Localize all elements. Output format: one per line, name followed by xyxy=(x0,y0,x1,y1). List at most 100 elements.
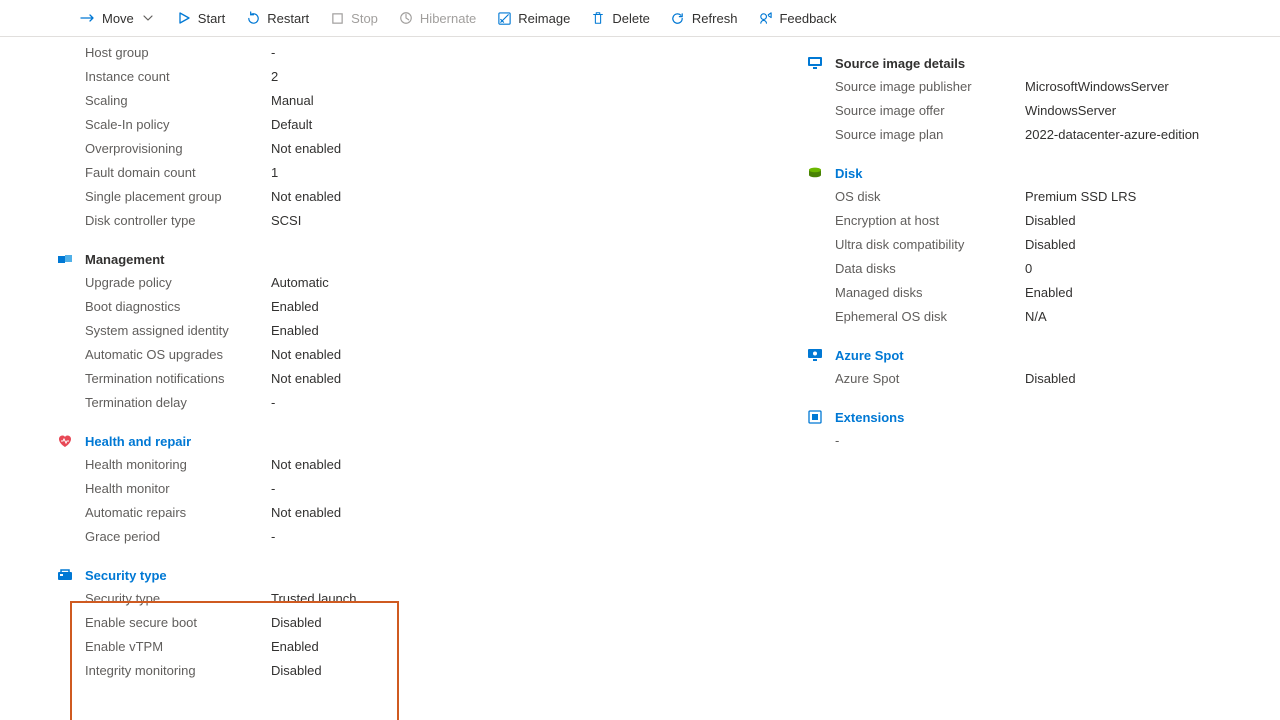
property-row: OverprovisioningNot enabled xyxy=(85,137,775,161)
spot-icon xyxy=(807,347,823,363)
property-row: Upgrade policyAutomatic xyxy=(85,271,775,295)
spot-group: Azure Spot Azure SpotDisabled xyxy=(835,343,1220,391)
property-row: ScalingManual xyxy=(85,89,775,113)
property-label: Source image plan xyxy=(835,123,1025,147)
heart-icon xyxy=(57,433,73,449)
delete-button[interactable]: Delete xyxy=(582,6,658,30)
refresh-label: Refresh xyxy=(692,11,738,26)
reimage-icon xyxy=(496,10,512,26)
start-button[interactable]: Start xyxy=(168,6,233,30)
property-value: Not enabled xyxy=(271,367,341,391)
property-label: Health monitoring xyxy=(85,453,271,477)
property-value: 2 xyxy=(271,65,278,89)
property-value: Enabled xyxy=(271,319,319,343)
hibernate-icon xyxy=(398,10,414,26)
property-label: Grace period xyxy=(85,525,271,549)
property-row: Enable vTPMEnabled xyxy=(85,635,775,659)
management-header: Management xyxy=(85,247,775,271)
property-value: Not enabled xyxy=(271,343,341,367)
property-label: Automatic OS upgrades xyxy=(85,343,271,367)
group-title: Security type xyxy=(85,568,167,583)
property-value: Automatic xyxy=(271,271,329,295)
property-value: Not enabled xyxy=(271,501,341,525)
property-row: Scale-In policyDefault xyxy=(85,113,775,137)
property-label: Ultra disk compatibility xyxy=(835,233,1025,257)
stop-icon xyxy=(329,10,345,26)
monitor-icon xyxy=(807,55,823,71)
property-value: - xyxy=(271,41,275,65)
property-label: Ephemeral OS disk xyxy=(835,305,1025,329)
group-title: Azure Spot xyxy=(835,348,904,363)
property-value: Default xyxy=(271,113,312,137)
property-label: OS disk xyxy=(835,185,1025,209)
reimage-button[interactable]: Reimage xyxy=(488,6,578,30)
property-row: Boot diagnosticsEnabled xyxy=(85,295,775,319)
property-label: Source image publisher xyxy=(835,75,1025,99)
property-value: WindowsServer xyxy=(1025,99,1116,123)
group-title: Source image details xyxy=(835,56,965,71)
property-value: Not enabled xyxy=(271,137,341,161)
property-row: Health monitor- xyxy=(85,477,775,501)
property-label: Enable vTPM xyxy=(85,635,271,659)
property-value: Manual xyxy=(271,89,314,113)
source-image-group: Source image details Source image publis… xyxy=(835,51,1220,147)
security-icon xyxy=(57,567,73,583)
property-value: Disabled xyxy=(1025,209,1076,233)
property-label: Boot diagnostics xyxy=(85,295,271,319)
restart-button[interactable]: Restart xyxy=(237,6,317,30)
property-label: Azure Spot xyxy=(835,367,1025,391)
property-row: Health monitoringNot enabled xyxy=(85,453,775,477)
health-group: Health and repair Health monitoringNot e… xyxy=(85,429,775,549)
property-row: Source image publisherMicrosoftWindowsSe… xyxy=(835,75,1220,99)
property-label: Managed disks xyxy=(835,281,1025,305)
property-label: Scaling xyxy=(85,89,271,113)
property-label: Instance count xyxy=(85,65,271,89)
health-header[interactable]: Health and repair xyxy=(85,429,775,453)
security-header[interactable]: Security type xyxy=(85,563,775,587)
property-row: Fault domain count1 xyxy=(85,161,775,185)
group-title: Health and repair xyxy=(85,434,191,449)
stop-label: Stop xyxy=(351,11,378,26)
property-value: Disabled xyxy=(1025,233,1076,257)
property-row: - xyxy=(835,429,1220,453)
feedback-icon xyxy=(757,10,773,26)
property-row: Disk controller typeSCSI xyxy=(85,209,775,233)
property-label: System assigned identity xyxy=(85,319,271,343)
feedback-label: Feedback xyxy=(779,11,836,26)
property-value: Enabled xyxy=(271,635,319,659)
move-icon xyxy=(80,10,96,26)
property-row: Azure SpotDisabled xyxy=(835,367,1220,391)
group-title: Management xyxy=(85,252,164,267)
property-row: Encryption at hostDisabled xyxy=(835,209,1220,233)
extensions-group: Extensions - xyxy=(835,405,1220,453)
property-value: 1 xyxy=(271,161,278,185)
property-row: Enable secure bootDisabled xyxy=(85,611,775,635)
disk-header[interactable]: Disk xyxy=(835,161,1220,185)
property-label: Single placement group xyxy=(85,185,271,209)
feedback-button[interactable]: Feedback xyxy=(749,6,844,30)
spot-header[interactable]: Azure Spot xyxy=(835,343,1220,367)
toolbar: Move Start Restart Stop Hibernate Reimag… xyxy=(0,0,1280,37)
hibernate-button: Hibernate xyxy=(390,6,484,30)
property-row: Source image offerWindowsServer xyxy=(835,99,1220,123)
source-image-header: Source image details xyxy=(835,51,1220,75)
content: Host group- Instance count2 ScalingManua… xyxy=(0,37,1280,703)
property-row: Ephemeral OS diskN/A xyxy=(835,305,1220,329)
property-value: Disabled xyxy=(271,659,322,683)
property-value: Disabled xyxy=(271,611,322,635)
start-icon xyxy=(176,10,192,26)
property-label: Host group xyxy=(85,41,271,65)
extensions-header[interactable]: Extensions xyxy=(835,405,1220,429)
property-label: Termination notifications xyxy=(85,367,271,391)
property-label: Termination delay xyxy=(85,391,271,415)
property-label: Enable secure boot xyxy=(85,611,271,635)
property-label: Health monitor xyxy=(85,477,271,501)
property-label: Automatic repairs xyxy=(85,501,271,525)
property-row: Data disks0 xyxy=(835,257,1220,281)
property-row: System assigned identityEnabled xyxy=(85,319,775,343)
property-value: MicrosoftWindowsServer xyxy=(1025,75,1169,99)
property-label: Data disks xyxy=(835,257,1025,281)
move-button[interactable]: Move xyxy=(72,6,164,30)
refresh-button[interactable]: Refresh xyxy=(662,6,746,30)
essentials-group: Host group- Instance count2 ScalingManua… xyxy=(85,41,775,233)
